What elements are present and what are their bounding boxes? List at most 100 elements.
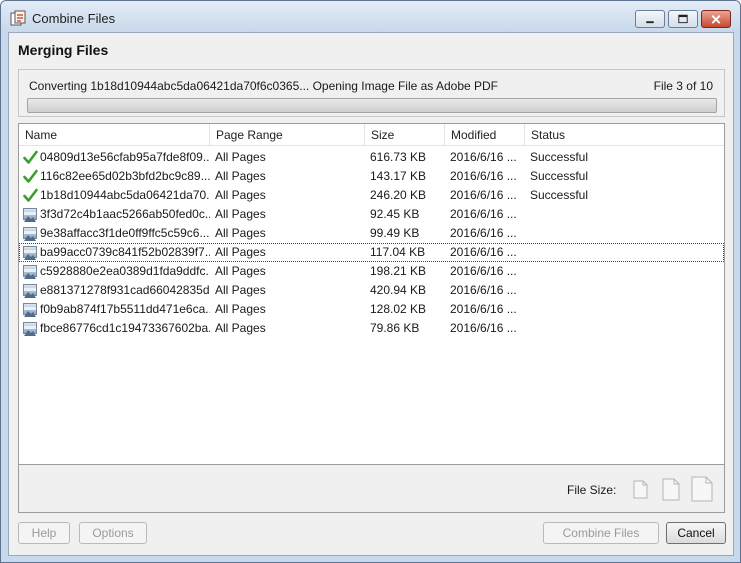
image-file-icon (23, 321, 38, 336)
conversion-status (530, 262, 710, 281)
modified-date: 2016/6/16 ... (450, 169, 517, 183)
check-icon (23, 188, 38, 203)
table-row[interactable]: f0b9ab874f17b5511dd471e6ca... All Pages 12… (19, 300, 724, 319)
window-title: Combine Files (32, 11, 116, 26)
conversion-status (530, 224, 710, 243)
column-header-name[interactable]: Name (19, 124, 210, 146)
file-name: f0b9ab874f17b5511dd471e6ca... (40, 302, 210, 316)
file-rows: 04809d13e56cfab95a7fde8f09... All Pages 61… (19, 148, 724, 338)
file-list[interactable]: Name Page Range Size Modified Status 048… (18, 123, 725, 465)
conversion-status: Successful (530, 150, 589, 164)
progress-status-text: Converting 1b18d10944abc5da06421da70f6c0… (29, 79, 499, 93)
file-size-area: File Size: (18, 465, 725, 513)
page-title: Merging Files (18, 42, 109, 58)
table-row[interactable]: e881371278f931cad66042835d... All Pages 42… (19, 281, 724, 300)
page-range: All Pages (215, 207, 266, 221)
file-size-large-icon[interactable] (691, 476, 713, 502)
cancel-button[interactable]: Cancel (666, 522, 726, 544)
page-range: All Pages (215, 321, 266, 335)
maximize-button[interactable] (668, 10, 698, 28)
page-range: All Pages (215, 226, 266, 240)
image-file-icon (23, 207, 38, 222)
modified-date: 2016/6/16 ... (450, 264, 517, 278)
table-row[interactable]: c5928880e2ea0389d1fda9ddfc... All Pages 19… (19, 262, 724, 281)
conversion-status (530, 300, 710, 319)
file-name: 3f3d72c4b1aac5266ab50fed0c... (40, 207, 210, 221)
conversion-status: Successful (530, 188, 589, 202)
file-size-label: File Size: (567, 483, 617, 497)
help-button[interactable]: Help (18, 522, 70, 544)
modified-date: 2016/6/16 ... (450, 321, 517, 335)
table-row[interactable]: ba99acc0739c841f52b02839f7... All Pages 11… (19, 243, 724, 262)
close-button[interactable] (701, 10, 731, 28)
combine-files-app-icon (10, 10, 26, 26)
file-size: 128.02 KB (370, 302, 427, 316)
file-size: 79.86 KB (370, 321, 420, 335)
modified-date: 2016/6/16 ... (450, 283, 517, 297)
combine-files-button[interactable]: Combine Files (543, 522, 659, 544)
list-header: Name Page Range Size Modified Status (19, 124, 724, 146)
file-name: c5928880e2ea0389d1fda9ddfc... (40, 264, 210, 278)
image-file-icon (23, 245, 38, 260)
check-icon (23, 169, 38, 184)
page-range: All Pages (215, 264, 266, 278)
minimize-icon (646, 21, 654, 24)
table-row[interactable]: 1b18d10944abc5da06421da70... All Pages 246… (19, 186, 724, 205)
file-size: 420.94 KB (370, 283, 427, 297)
column-header-page-range[interactable]: Page Range (210, 124, 365, 146)
modified-date: 2016/6/16 ... (450, 150, 517, 164)
progress-bar (27, 98, 717, 113)
conversion-status (530, 243, 710, 262)
column-header-status[interactable]: Status (525, 124, 724, 146)
minimize-button[interactable] (635, 10, 665, 28)
file-name: 1b18d10944abc5da06421da70... (40, 188, 210, 202)
table-row[interactable]: 04809d13e56cfab95a7fde8f09... All Pages 61… (19, 148, 724, 167)
file-name: fbce86776cd1c19473367602ba... (40, 321, 210, 335)
page-range: All Pages (215, 150, 266, 164)
modified-date: 2016/6/16 ... (450, 207, 517, 221)
maximize-icon (678, 14, 688, 24)
dialog-body: Merging Files Converting 1b18d10944abc5d… (8, 32, 734, 556)
check-icon (23, 150, 38, 165)
page-range: All Pages (215, 188, 266, 202)
page-range: All Pages (215, 302, 266, 316)
page-range: All Pages (215, 283, 266, 297)
table-row[interactable]: fbce86776cd1c19473367602ba... All Pages 79… (19, 319, 724, 338)
progress-panel: Converting 1b18d10944abc5da06421da70f6c0… (18, 69, 725, 117)
image-file-icon (23, 302, 38, 317)
image-file-icon (23, 264, 38, 279)
column-header-size[interactable]: Size (365, 124, 445, 146)
modified-date: 2016/6/16 ... (450, 188, 517, 202)
file-size: 117.04 KB (370, 245, 426, 259)
column-header-modified[interactable]: Modified (445, 124, 525, 146)
file-size: 246.20 KB (370, 188, 427, 202)
progress-file-count: File 3 of 10 (653, 79, 713, 93)
file-name: 116c82ee65d02b3bfd2bc9c89... (40, 169, 210, 183)
file-size: 198.21 KB (370, 264, 427, 278)
page-range: All Pages (215, 245, 266, 259)
file-name: e881371278f931cad66042835d... (40, 283, 210, 297)
file-name: 04809d13e56cfab95a7fde8f09... (40, 150, 210, 164)
conversion-status: Successful (530, 169, 589, 183)
image-file-icon (23, 283, 38, 298)
conversion-status (530, 205, 710, 224)
modified-date: 2016/6/16 ... (450, 245, 517, 259)
file-size: 92.45 KB (370, 207, 420, 221)
file-size: 99.49 KB (370, 226, 420, 240)
page-range: All Pages (215, 169, 266, 183)
file-size: 616.73 KB (370, 150, 427, 164)
conversion-status (530, 319, 710, 338)
title-bar[interactable]: Combine Files (1, 1, 740, 33)
file-size-small-icon[interactable] (629, 476, 651, 502)
options-button[interactable]: Options (79, 522, 147, 544)
file-size: 143.17 KB (370, 169, 427, 183)
close-icon (711, 15, 721, 24)
file-size-default-icon[interactable] (660, 476, 682, 502)
table-row[interactable]: 116c82ee65d02b3bfd2bc9c89... All Pages 143… (19, 167, 724, 186)
table-row[interactable]: 3f3d72c4b1aac5266ab50fed0c... All Pages 92… (19, 205, 724, 224)
table-row[interactable]: 9e38affacc3f1de0ff9ffc5c59c6... All Pages… (19, 224, 724, 243)
conversion-status (530, 281, 710, 300)
image-file-icon (23, 226, 38, 241)
file-name: ba99acc0739c841f52b02839f7... (40, 245, 210, 259)
combine-files-window: Combine Files Merging Files Converting 1… (0, 0, 741, 563)
